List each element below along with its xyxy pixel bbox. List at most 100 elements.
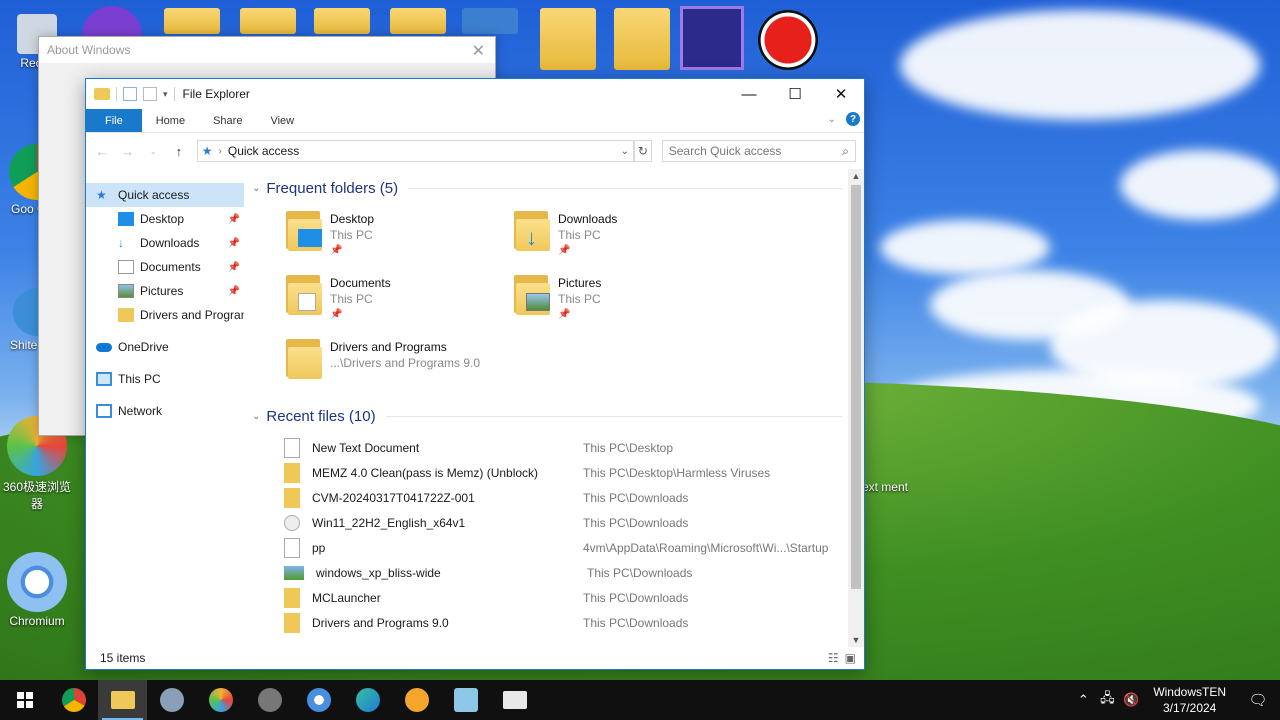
recent-files-header[interactable]: ⌄ Recent files (10) [250,403,864,429]
folder-shortcut-icon[interactable] [164,8,220,34]
tab-file[interactable]: File [86,109,142,132]
pin-icon: 📌 [558,245,571,256]
chrome-icon [61,688,86,712]
pin-icon: 📌 [330,245,343,256]
frequent-folders-header[interactable]: ⌄ Frequent folders (5) [250,175,864,201]
scrollbar-thumb[interactable] [851,185,861,589]
properties-icon[interactable] [123,87,137,101]
nav-item-desktop[interactable]: Desktop 📌 [86,207,244,231]
taskbar-chromium[interactable] [294,680,343,720]
new-folder-icon[interactable] [143,87,157,101]
start-button[interactable] [0,680,49,720]
nav-item-drivers-and-programs[interactable]: Drivers and Programs [86,303,244,327]
taskbar-app[interactable] [147,680,196,720]
window-app-icon [502,691,527,709]
folder-tile-documents[interactable]: Documents This PC 📌 [284,269,512,333]
taskbar-app[interactable] [245,680,294,720]
details-view-icon[interactable]: ☷ [828,651,839,665]
status-bar: 15 items ☷ ▣ [86,647,864,669]
folder-shortcut-icon[interactable] [314,8,370,34]
nav-item-documents[interactable]: Documents 📌 [86,255,244,279]
folder-shortcut-icon[interactable] [540,8,596,70]
list-item[interactable]: pp 4vm\AppData\Roaming\Microsoft\Wi...\S… [284,535,864,560]
record-shortcut-icon[interactable] [758,10,818,70]
nav-item-downloads[interactable]: ↓ Downloads 📌 [86,231,244,255]
notification-icon[interactable]: 🗨 [1236,691,1280,709]
scroll-down-icon[interactable]: ▼ [848,635,864,645]
recent-files-list: New Text Document This PC\Desktop MEMZ 4… [250,435,864,635]
taskbar-app[interactable] [441,680,490,720]
volume-muted-icon[interactable]: 🔇 [1119,692,1143,708]
taskbar-brave[interactable] [392,680,441,720]
folder-tile-desktop[interactable]: Desktop This PC 📌 [284,205,512,269]
nav-onedrive[interactable]: OneDrive [86,335,244,359]
nav-network[interactable]: Network [86,399,244,423]
back-button[interactable]: ← [94,144,110,159]
search-icon: ⌕ [842,143,850,158]
chevron-up-icon[interactable]: ⌃ [1071,692,1095,708]
close-button[interactable]: ✕ [818,79,864,109]
desktop-icon [118,212,134,226]
taskbar-file-explorer[interactable] [98,680,147,720]
tab-share[interactable]: Share [199,109,256,132]
downloads-icon: ↓ [118,236,124,250]
nav-this-pc[interactable]: This PC [86,367,244,391]
tab-view[interactable]: View [256,109,308,132]
list-item[interactable]: Drivers and Programs 9.0 This PC\Downloa… [284,610,864,635]
folder-shortcut-icon[interactable] [240,8,296,34]
documents-folder-icon [284,273,324,317]
desktop-folder-icon [284,209,324,253]
chromium-shortcut[interactable]: Chromium [0,552,74,628]
ribbon-tabs: File Home Share View ⌄ ? [86,109,864,133]
scroll-up-icon[interactable]: ▲ [848,171,864,181]
vertical-scrollbar[interactable]: ▲ ▼ [848,169,864,647]
window-title: File Explorer [182,87,250,101]
maximize-button[interactable]: ☐ [772,79,818,109]
taskbar-chrome[interactable] [49,680,98,720]
close-icon[interactable]: ✕ [472,41,485,61]
taskbar-edge[interactable] [343,680,392,720]
forward-button[interactable]: → [120,144,136,159]
notepad-icon [453,688,478,712]
search-input[interactable]: Search Quick access ⌕ [661,140,857,162]
zip-folder-icon [284,587,300,608]
list-item[interactable]: MCLauncher This PC\Downloads [284,585,864,610]
address-bar[interactable]: ★ › Quick access ⌄ [196,140,635,162]
clock[interactable]: WindowsTEN 3/17/2024 [1143,684,1236,716]
image-shortcut-icon[interactable] [462,8,518,34]
folder-tile-downloads[interactable]: ↓ Downloads This PC 📌 [512,205,740,269]
tab-home[interactable]: Home [142,109,199,132]
pin-icon: 📌 [558,309,571,320]
help-icon[interactable]: ? [846,112,860,126]
frequent-folders-grid: Desktop This PC 📌 ↓ Downloads This PC 📌 Docu… [250,205,864,397]
list-item[interactable]: New Text Document This PC\Desktop [284,435,864,460]
quick-access-toolbar: ▾ [94,87,175,101]
folder-tile-drivers-and-programs[interactable]: Drivers and Programs ...\Drivers and Prog… [284,333,512,397]
list-item[interactable]: Win11_22H2_English_x64v1 This PC\Downloa… [284,510,864,535]
minimize-button[interactable]: — [726,79,772,109]
nav-quick-access[interactable]: ★ Quick access [86,183,244,207]
file-explorer-icon [110,691,135,709]
taskbar-360-browser[interactable] [196,680,245,720]
taskbar-app[interactable] [490,680,539,720]
folder-tile-pictures[interactable]: Pictures This PC 📌 [512,269,740,333]
folder-shortcut-icon[interactable] [390,8,446,34]
list-item[interactable]: windows_xp_bliss-wide This PC\Downloads [284,560,864,585]
large-icons-view-icon[interactable]: ▣ [845,651,856,665]
pictures-folder-icon [512,273,552,317]
list-item[interactable]: CVM-20240317T041722Z-001 This PC\Downloa… [284,485,864,510]
list-item[interactable]: MEMZ 4.0 Clean(pass is Memz) (Unblock) T… [284,460,864,485]
folder-icon [118,308,134,322]
chevron-down-icon[interactable]: ⌄ [621,146,629,157]
folder-shortcut-icon[interactable] [614,8,670,70]
refresh-button[interactable]: ↻ [634,140,652,162]
expand-ribbon-icon[interactable]: ⌄ [828,114,836,125]
recent-locations-icon[interactable]: ⌄ [145,147,161,156]
about-windows-title: About Windows [39,37,495,63]
chevron-down-icon[interactable]: ▾ [163,89,168,100]
cpu-shield-shortcut-icon[interactable] [680,6,744,70]
nav-item-pictures[interactable]: Pictures 📌 [86,279,244,303]
documents-icon [118,260,134,274]
up-button[interactable]: ↑ [171,144,187,159]
network-icon[interactable]: 🖧 [1095,689,1119,711]
